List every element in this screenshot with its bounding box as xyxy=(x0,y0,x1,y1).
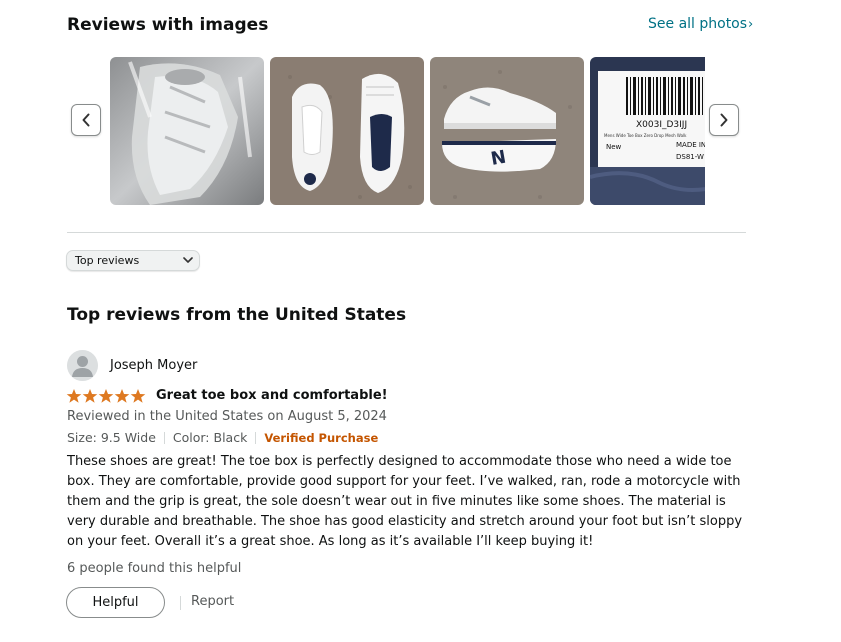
report-separator xyxy=(180,596,181,610)
review-image-thumbnail[interactable]: X003I_D3IJJ Mens Wide Toe Box Zero Drop … xyxy=(590,57,705,205)
verified-purchase-badge[interactable]: Verified Purchase xyxy=(264,431,378,445)
reviews-with-images-title: Reviews with images xyxy=(67,15,269,35)
svg-text:New: New xyxy=(606,143,622,151)
helpful-button[interactable]: Helpful xyxy=(66,587,165,618)
variant-separator xyxy=(163,431,165,444)
star-icon xyxy=(98,389,114,403)
carousel-prev-button[interactable] xyxy=(71,104,101,136)
star-icon xyxy=(130,389,146,403)
review-image-thumbnail[interactable] xyxy=(270,57,424,205)
reviews-page: Reviews with images See all photos› N X0… xyxy=(0,0,841,642)
review-variant-info: Size: 9.5 Wide Color: Black Verified Pur… xyxy=(67,430,378,445)
star-icon xyxy=(114,389,130,403)
svg-text:DS81-W: DS81-W xyxy=(676,153,704,161)
variant-size[interactable]: Size: 9.5 Wide xyxy=(67,430,156,445)
user-silhouette-icon xyxy=(67,350,98,381)
svg-text:MADE IN C: MADE IN C xyxy=(676,141,705,149)
shoe-in-bag-image xyxy=(110,57,264,205)
see-all-photos-label: See all photos xyxy=(648,16,748,32)
avatar[interactable] xyxy=(67,350,98,381)
reviewer-name[interactable]: Joseph Moyer xyxy=(110,358,197,373)
report-link[interactable]: Report xyxy=(191,594,234,609)
review-body: These shoes are great! The toe box is pe… xyxy=(67,454,743,549)
chevron-right-icon: › xyxy=(748,17,754,32)
review-images-carousel: N X003I_D3IJJ Mens Wide Toe Box Zero Dro… xyxy=(110,57,705,205)
shoes-top-view-image xyxy=(270,57,424,205)
star-icon xyxy=(82,389,98,403)
variant-color[interactable]: Color: Black xyxy=(173,430,247,445)
carousel-next-button[interactable] xyxy=(709,104,739,136)
star-icon xyxy=(66,389,82,403)
chevron-down-icon xyxy=(183,257,193,263)
shipping-label-image: X003I_D3IJJ Mens Wide Toe Box Zero Drop … xyxy=(590,57,705,205)
verified-separator xyxy=(255,431,257,444)
review-date: Reviewed in the United States on August … xyxy=(67,409,387,424)
top-reviews-title: Top reviews from the United States xyxy=(67,305,407,325)
see-all-photos-link[interactable]: See all photos› xyxy=(648,16,753,32)
review-image-thumbnail[interactable]: N xyxy=(430,57,584,205)
review-image-thumbnail[interactable] xyxy=(110,57,264,205)
sort-selected-value: Top reviews xyxy=(75,254,140,267)
chevron-right-icon xyxy=(720,113,728,127)
svg-text:Mens Wide Toe Box Zero Drop Me: Mens Wide Toe Box Zero Drop Mesh Walk xyxy=(604,133,687,138)
star-rating[interactable] xyxy=(66,388,146,404)
review-title[interactable]: Great toe box and comfortable! xyxy=(156,388,388,403)
section-divider xyxy=(67,232,746,233)
sort-reviews-dropdown[interactable]: Top reviews xyxy=(66,250,200,271)
svg-text:X003I_D3IJJ: X003I_D3IJJ xyxy=(636,120,687,130)
chevron-left-icon xyxy=(82,113,90,127)
shoes-side-view-image: N xyxy=(430,57,584,205)
helpful-count: 6 people found this helpful xyxy=(67,561,242,576)
